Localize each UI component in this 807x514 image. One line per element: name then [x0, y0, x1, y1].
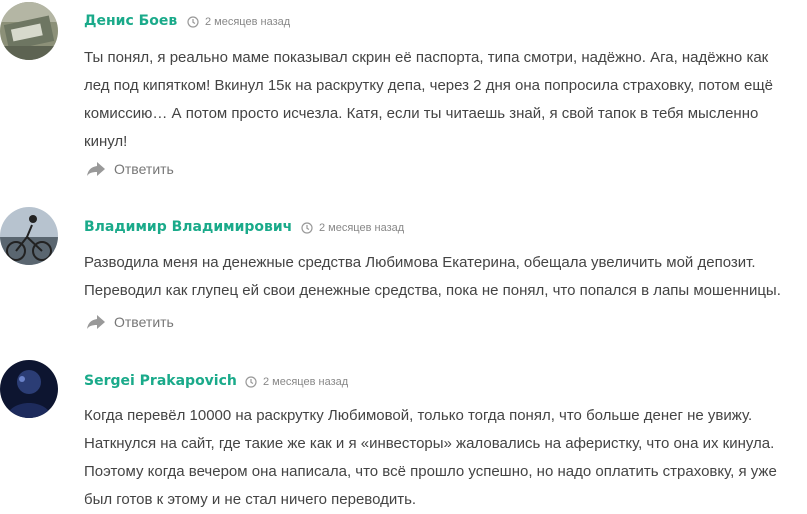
comment-meta: 2 месяцев назад [301, 222, 404, 234]
avatar[interactable] [0, 360, 58, 418]
reply-button[interactable]: Ответить [86, 314, 174, 330]
comment-line: был готов к этому и не стал ничего перев… [84, 491, 417, 508]
comment-meta: 2 месяцев назад [245, 376, 348, 388]
comment-author[interactable]: Владимир Владимирович [84, 219, 292, 235]
clock-icon [245, 376, 257, 388]
clock-icon [187, 16, 199, 28]
comment-time: 2 месяцев назад [205, 16, 291, 28]
comment-line: комиссию… А потом просто исчезла. Катя, … [84, 105, 759, 122]
comment-author[interactable]: Sergei Prakapovich [84, 373, 237, 389]
comment-line: лед под кипятком! Вкинул 15к на раскрутк… [84, 77, 774, 94]
comment-line: Наткнулся на сайт, где такие же как и я … [84, 435, 775, 452]
comment-line: кинул! [84, 133, 128, 150]
comment-line: Поэтому когда вечером она написала, что … [84, 463, 777, 480]
comment-text: Ты понял, я реально маме показывал скрин… [84, 44, 806, 156]
comment-text: Когда перевёл 10000 на раскрутку Любимов… [84, 402, 806, 514]
reply-button[interactable]: Ответить [86, 161, 174, 177]
comment-time: 2 месяцев назад [319, 222, 405, 234]
comment-meta: 2 месяцев назад [187, 16, 290, 28]
comment-line: Когда перевёл 10000 на раскрутку Любимов… [84, 407, 753, 424]
reply-arrow-icon [87, 315, 105, 329]
reply-label: Ответить [114, 161, 174, 177]
comment-time: 2 месяцев назад [263, 376, 349, 388]
reply-label: Ответить [114, 314, 174, 330]
comment-line: Разводила меня на денежные средства Люби… [84, 254, 756, 271]
comment-line: Ты понял, я реально маме показывал скрин… [84, 49, 769, 66]
comment-author[interactable]: Денис Боев [84, 13, 177, 29]
comment-line: Переводил как глупец ей свои денежные ср… [84, 282, 781, 299]
reply-arrow-icon [87, 162, 105, 176]
avatar[interactable] [0, 207, 58, 265]
comment-text: Разводила меня на денежные средства Люби… [84, 249, 806, 305]
avatar[interactable] [0, 2, 58, 60]
clock-icon [301, 222, 313, 234]
